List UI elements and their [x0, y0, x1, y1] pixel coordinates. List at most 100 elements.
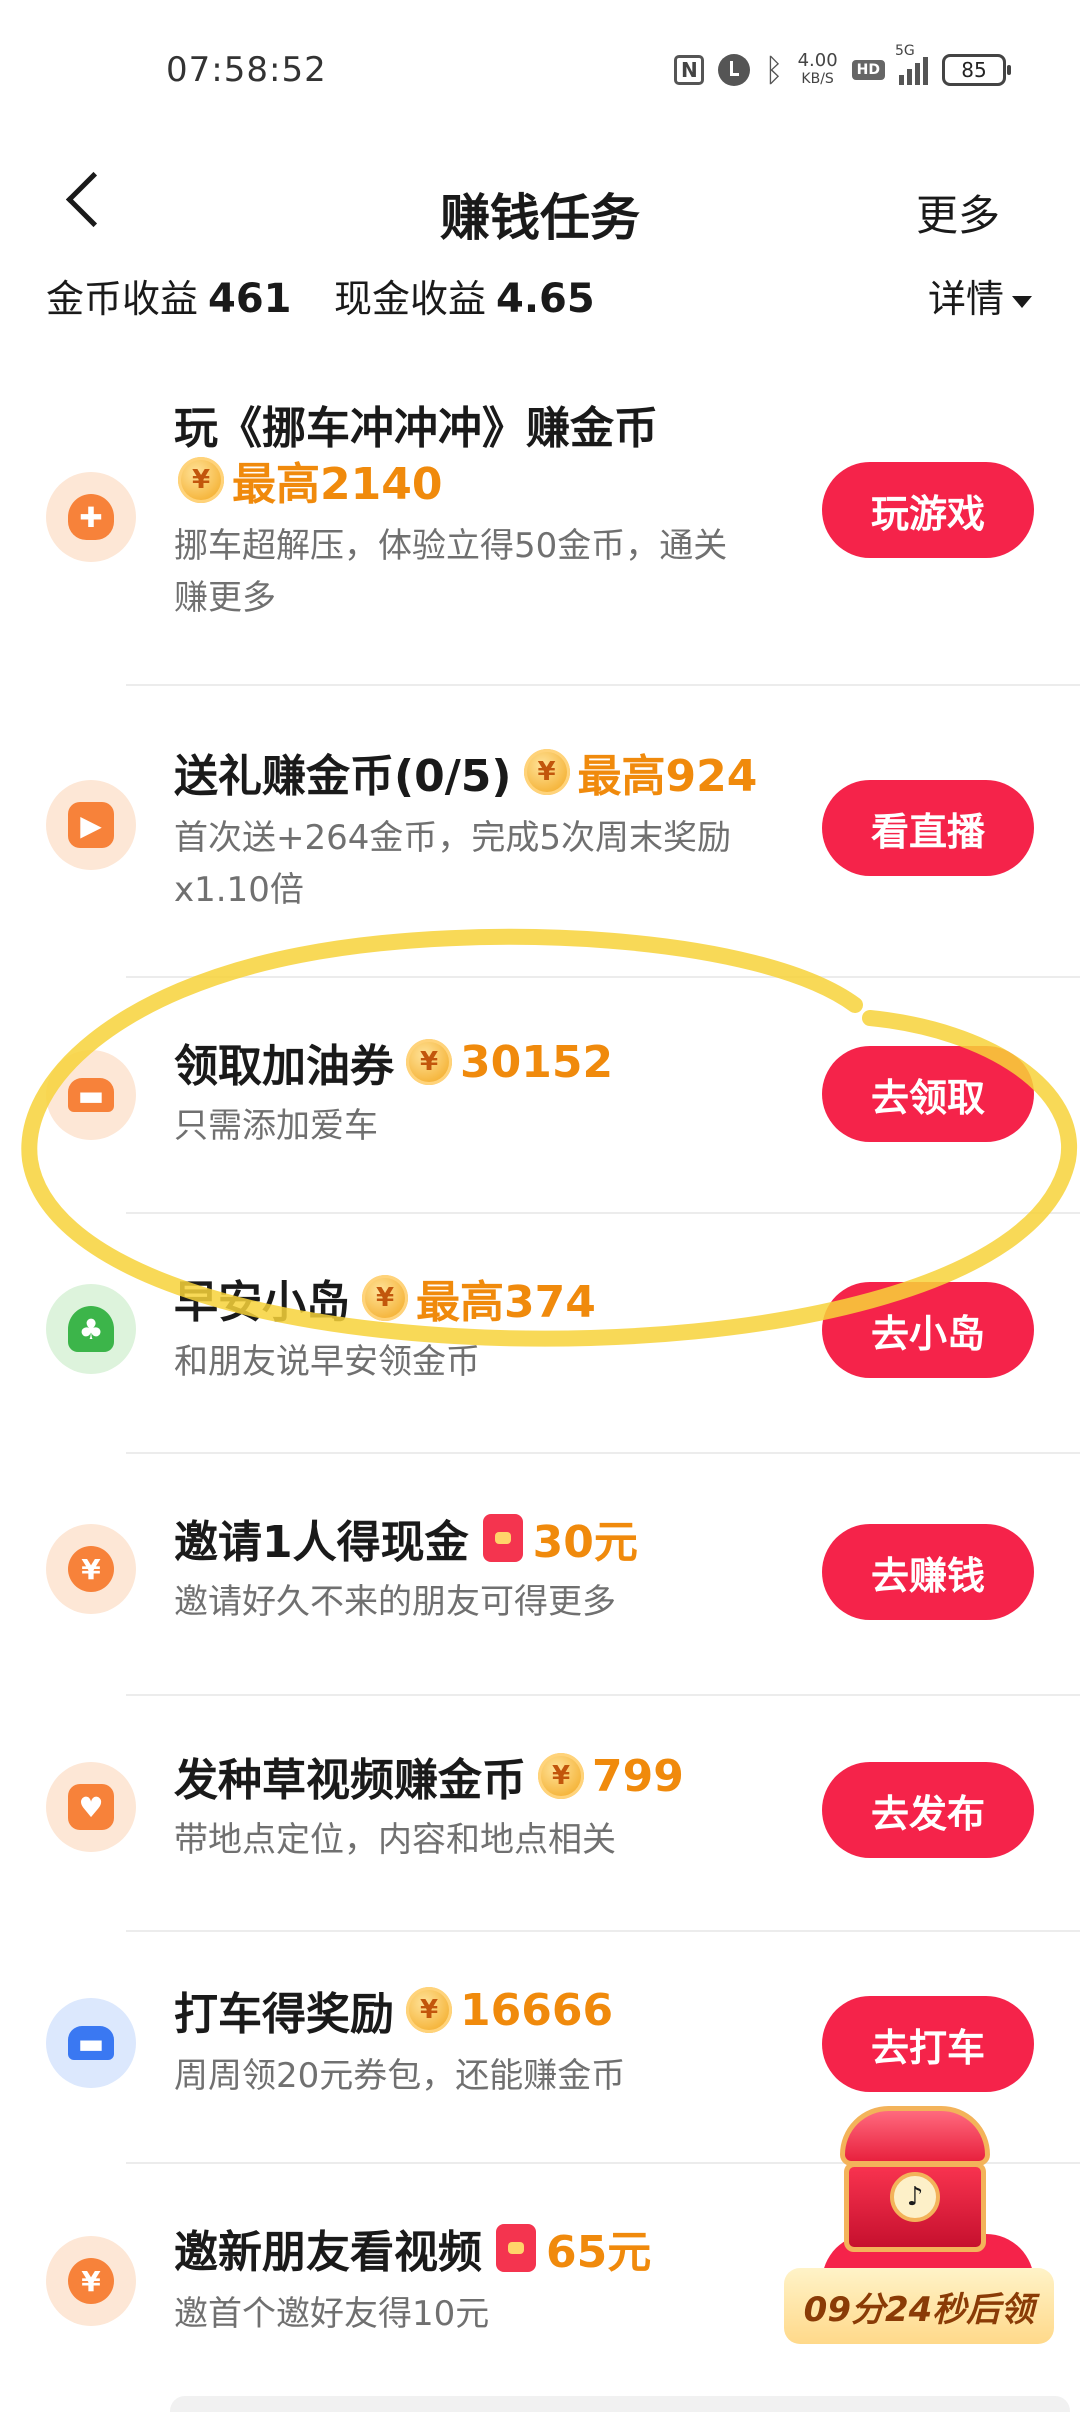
task-title-row: 送礼赚金币(0/5) ¥ 最高924: [174, 740, 757, 804]
task-reward-value: 799: [592, 1750, 684, 1802]
earnings-summary: 金币收益 461 现金收益 4.65 详情: [46, 268, 1046, 328]
treasure-chest-widget[interactable]: ♪ 09分24秒后领: [784, 2100, 1054, 2380]
battery-level: 85: [961, 58, 987, 82]
chest-countdown: 09分24秒后领: [784, 2268, 1054, 2344]
more-button[interactable]: 更多: [916, 182, 1000, 243]
next-card-edge: [170, 2396, 1070, 2412]
task-item: ♣ 早安小岛 ¥ 最高374 和朋友说早安领金币 去小岛: [0, 1226, 1080, 1446]
coin-icon: ¥: [538, 1753, 584, 1799]
take-taxi-button[interactable]: 去打车: [822, 1996, 1034, 2092]
publish-button[interactable]: 去发布: [822, 1762, 1034, 1858]
divider: [126, 976, 1080, 978]
task-reward-value: 最高2140: [232, 459, 443, 510]
task-title-row: 早安小岛 ¥ 最高374: [174, 1266, 596, 1330]
divider: [126, 684, 1080, 686]
hd-voice-icon: HD: [851, 60, 885, 80]
status-icons: N ᛒ 4.00 KB/S HD 5G 85: [674, 43, 1011, 92]
status-bar: 07:58:52 N ᛒ 4.00 KB/S HD 5G 85: [0, 0, 1080, 140]
cash-earnings-value: 4.65: [496, 276, 595, 322]
taxi-icon: ▬: [46, 1998, 136, 2088]
task-title-row: 邀新朋友看视频 65元: [174, 2216, 651, 2280]
divider: [126, 1694, 1080, 1696]
task-reward-value: 30元: [532, 1517, 638, 1568]
task-description-line: 挪车超解压，体验立得50金币，通关: [174, 526, 728, 566]
task-description-line: 只需添加爱车: [174, 1106, 378, 1146]
cash-earnings: 现金收益 4.65: [334, 268, 595, 323]
task-reward-value: 最高924: [577, 751, 758, 802]
signal-icon: 5G: [895, 43, 928, 85]
task-reward-value: 16666: [460, 1984, 614, 2036]
network-speed-value: 4.00: [797, 50, 838, 71]
task-description: 挪车超解压，体验立得50金币，通关 赚更多: [174, 520, 794, 624]
nfc-icon: N: [674, 55, 705, 85]
task-title-row: 邀请1人得现金 30元: [174, 1506, 638, 1570]
alarm-icon: [718, 54, 751, 86]
divider: [126, 1930, 1080, 1932]
task-reward-value: 65元: [546, 2227, 652, 2278]
task-description-line: 首次送+264金币，完成5次周末奖励: [174, 818, 732, 858]
task-description-line: 邀首个邀好友得10元: [174, 2294, 490, 2334]
camera-icon: ♥: [46, 1762, 136, 1852]
go-island-button[interactable]: 去小岛: [822, 1282, 1034, 1378]
task-description: 邀请好久不来的朋友可得更多: [174, 1576, 794, 1628]
coin-icon: ¥: [178, 457, 224, 503]
task-item: ¥ 邀请1人得现金 30元 邀请好久不来的朋友可得更多 去赚钱: [0, 1466, 1080, 1686]
task-reward-value: 最高374: [416, 1277, 596, 1328]
task-item: ✚ 玩《挪车冲冲冲》赚金币 ¥ 最高2140 挪车超解压，体验立得50金币，通关 …: [0, 380, 1080, 680]
task-description-line: 赚更多: [174, 578, 276, 618]
claim-button[interactable]: 去领取: [822, 1046, 1034, 1142]
task-item: ▶ 送礼赚金币(0/5) ¥ 最高924 首次送+264金币，完成5次周末奖励 x…: [0, 700, 1080, 970]
task-title: 早安小岛: [174, 1277, 350, 1328]
task-description-line: 周周领20元券包，还能赚金币: [174, 2056, 626, 2096]
coin-icon: ¥: [362, 1275, 408, 1321]
coin-icon: ¥: [523, 749, 570, 795]
yuan-coin-icon: ¥: [46, 1524, 136, 1614]
task-title-row: 领取加油券 ¥30152: [174, 1030, 613, 1094]
divider: [126, 1452, 1080, 1454]
task-description: 带地点定位，内容和地点相关: [174, 1814, 794, 1866]
red-packet-icon: [496, 2224, 536, 2272]
battery-icon: 85: [942, 54, 1011, 86]
car-icon: ▬: [46, 1050, 136, 1140]
tv-icon: ▶: [46, 780, 136, 870]
task-description: 周周领20元券包，还能赚金币: [174, 2050, 794, 2102]
nav-bar: 赚钱任务 更多: [0, 140, 1080, 260]
task-item: ▬ 领取加油券 ¥30152 只需添加爱车 去领取: [0, 990, 1080, 1210]
task-title: 送礼赚金币(0/5): [174, 751, 512, 802]
watch-live-button[interactable]: 看直播: [822, 780, 1034, 876]
task-description: 首次送+264金币，完成5次周末奖励 x1.10倍: [174, 812, 794, 916]
coin-earnings-value: 461: [208, 276, 292, 322]
caret-down-icon: [1012, 295, 1032, 308]
coin-icon: ¥: [406, 1039, 452, 1085]
task-title: 发种草视频赚金币: [174, 1755, 526, 1806]
divider: [126, 1212, 1080, 1214]
task-description: 和朋友说早安领金币: [174, 1336, 794, 1388]
cash-earnings-label: 现金收益: [334, 277, 487, 321]
red-packet-icon: [482, 1514, 523, 1562]
treasure-chest-icon: ♪: [830, 2100, 1000, 2270]
network-speed-unit: KB/S: [801, 71, 834, 87]
task-title: 邀新朋友看视频: [174, 2227, 482, 2278]
details-label: 详情: [927, 277, 1004, 321]
yuan-coin-icon: ¥: [46, 2236, 136, 2326]
task-title: 打车得奖励: [174, 1989, 394, 2040]
task-description-line: 邀请好久不来的朋友可得更多: [174, 1582, 616, 1622]
island-icon: ♣: [46, 1284, 136, 1374]
task-title: 玩《挪车冲冲冲》赚金币: [174, 403, 658, 454]
task-description: 只需添加爱车: [174, 1100, 794, 1152]
coin-icon: ¥: [406, 1987, 452, 2033]
task-item: ♥ 发种草视频赚金币 ¥799 带地点定位，内容和地点相关 去发布: [0, 1704, 1080, 1924]
task-description: 邀首个邀好友得10元: [174, 2288, 794, 2340]
coin-earnings: 金币收益 461: [46, 268, 292, 323]
play-game-button[interactable]: 玩游戏: [822, 462, 1034, 558]
coin-earnings-label: 金币收益: [46, 277, 199, 321]
task-description-line: x1.10倍: [174, 870, 304, 910]
details-dropdown[interactable]: 详情: [928, 268, 1032, 323]
task-title: 邀请1人得现金: [174, 1517, 469, 1568]
network-type: 5G: [895, 43, 915, 59]
earn-money-button[interactable]: 去赚钱: [822, 1524, 1034, 1620]
task-reward: ¥ 最高2140: [166, 448, 442, 512]
task-description-line: 带地点定位，内容和地点相关: [174, 1820, 616, 1860]
network-speed: 4.00 KB/S: [798, 52, 838, 88]
gamepad-icon: ✚: [46, 472, 136, 562]
